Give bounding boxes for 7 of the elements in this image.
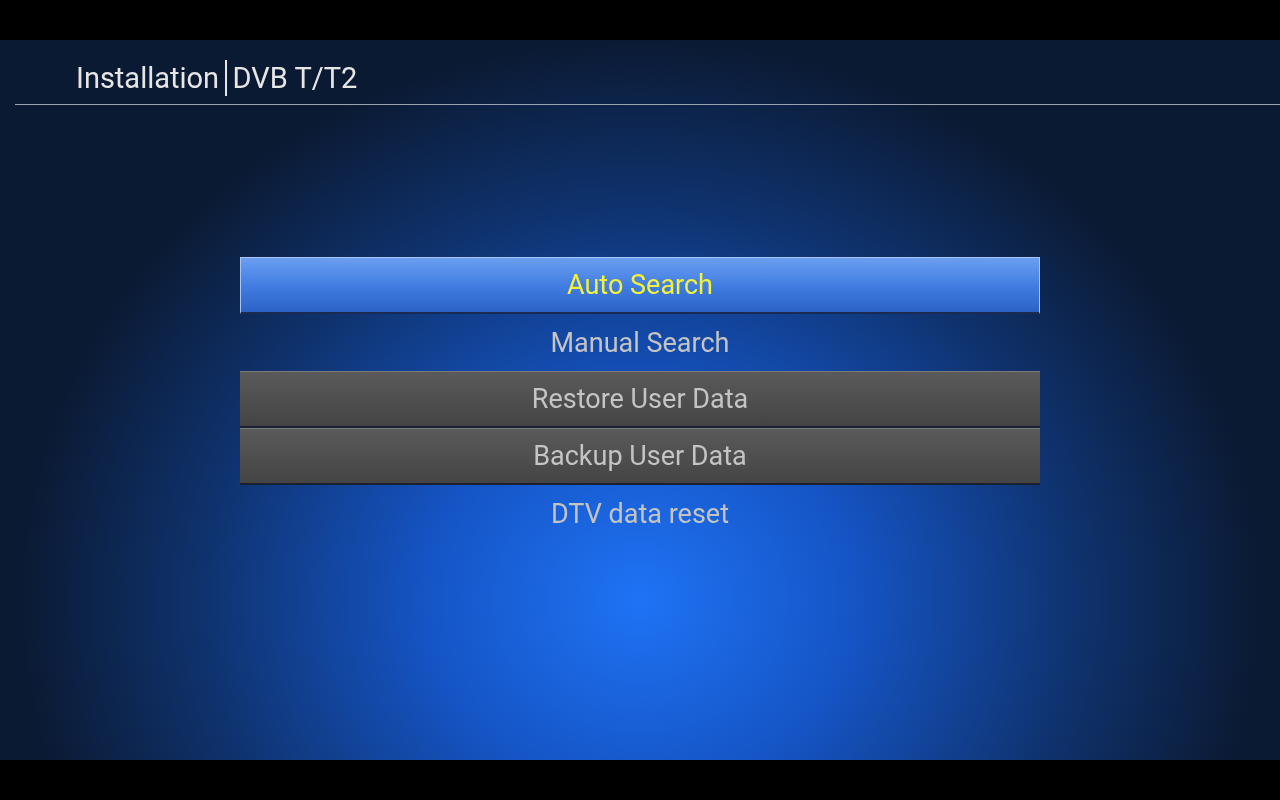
menu-item[interactable]: DTV data reset bbox=[240, 485, 1040, 542]
menu-item[interactable]: Backup User Data bbox=[240, 428, 1040, 485]
screen-title: Installation bbox=[76, 61, 220, 95]
menu-item[interactable]: Manual Search bbox=[240, 314, 1040, 371]
screen-subtitle: DVB T/T2 bbox=[232, 61, 358, 95]
menu-item[interactable]: Restore User Data bbox=[240, 371, 1040, 428]
menu-item[interactable]: Auto Search bbox=[240, 257, 1040, 314]
